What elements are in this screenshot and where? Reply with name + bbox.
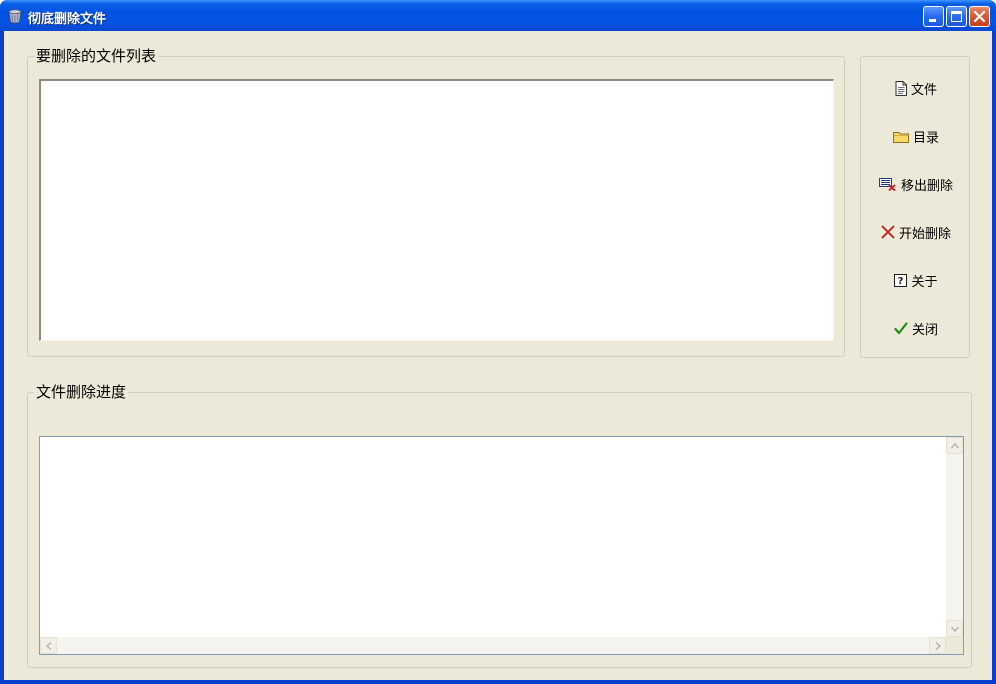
folder-icon [892, 131, 909, 143]
start-delete-button[interactable]: 开始删除 [861, 221, 971, 243]
arrow-down-icon [951, 626, 959, 633]
remove-from-list-button[interactable]: 移出删除 [861, 173, 971, 195]
arrow-up-icon [951, 442, 959, 449]
help-icon: ? [894, 273, 908, 287]
file-list-group-label: 要删除的文件列表 [34, 47, 159, 65]
progress-group: 文件删除进度 [27, 384, 972, 668]
scroll-left-button[interactable] [40, 637, 57, 654]
action-buttons-group: 文件 目录 移出删除 开始删除 ? 关于 关闭 [860, 56, 970, 358]
arrow-right-icon [935, 642, 942, 650]
maximize-button[interactable] [946, 6, 967, 27]
progress-list-view[interactable] [39, 436, 964, 655]
main-window: 彻底删除文件 要删除的文件列表 文件 目录 移出删除 开始删除 ? 关于 关闭 … [0, 0, 996, 684]
minimize-icon [929, 19, 936, 22]
dialog-client-area: 要删除的文件列表 文件 目录 移出删除 开始删除 ? 关于 关闭 文件删除进度 [4, 31, 992, 680]
add-file-button[interactable]: 文件 [861, 77, 971, 99]
close-dialog-button[interactable]: 关闭 [861, 317, 971, 339]
add-file-label: 文件 [910, 82, 937, 98]
minimize-button[interactable] [923, 6, 944, 27]
close-button[interactable] [969, 6, 990, 27]
about-label: 关于 [911, 274, 938, 290]
scrollbar-corner [946, 637, 963, 654]
file-list-box[interactable] [39, 79, 834, 341]
about-button[interactable]: ? 关于 [861, 269, 971, 291]
horizontal-scrollbar[interactable] [40, 637, 946, 654]
window-title: 彻底删除文件 [28, 12, 107, 27]
title-bar[interactable]: 彻底删除文件 [0, 0, 996, 31]
scroll-right-button[interactable] [929, 637, 946, 654]
add-directory-button[interactable]: 目录 [861, 125, 971, 147]
remove-from-list-label: 移出删除 [900, 178, 953, 194]
progress-group-label: 文件删除进度 [34, 383, 129, 401]
arrow-left-icon [45, 642, 52, 650]
close-dialog-label: 关闭 [911, 322, 938, 338]
document-icon [895, 80, 907, 96]
file-list-group: 要删除的文件列表 [27, 48, 845, 357]
red-x-icon [881, 225, 895, 239]
vertical-scrollbar[interactable] [946, 437, 963, 637]
green-check-icon [894, 321, 908, 334]
scroll-up-button[interactable] [946, 437, 963, 454]
svg-text:?: ? [898, 276, 904, 287]
recycle-bin-icon [8, 9, 22, 24]
add-directory-label: 目录 [912, 130, 939, 146]
remove-from-list-icon [878, 178, 896, 191]
close-icon [973, 10, 986, 23]
start-delete-label: 开始删除 [898, 226, 951, 242]
scroll-down-button[interactable] [946, 620, 963, 637]
maximize-icon [951, 11, 962, 22]
